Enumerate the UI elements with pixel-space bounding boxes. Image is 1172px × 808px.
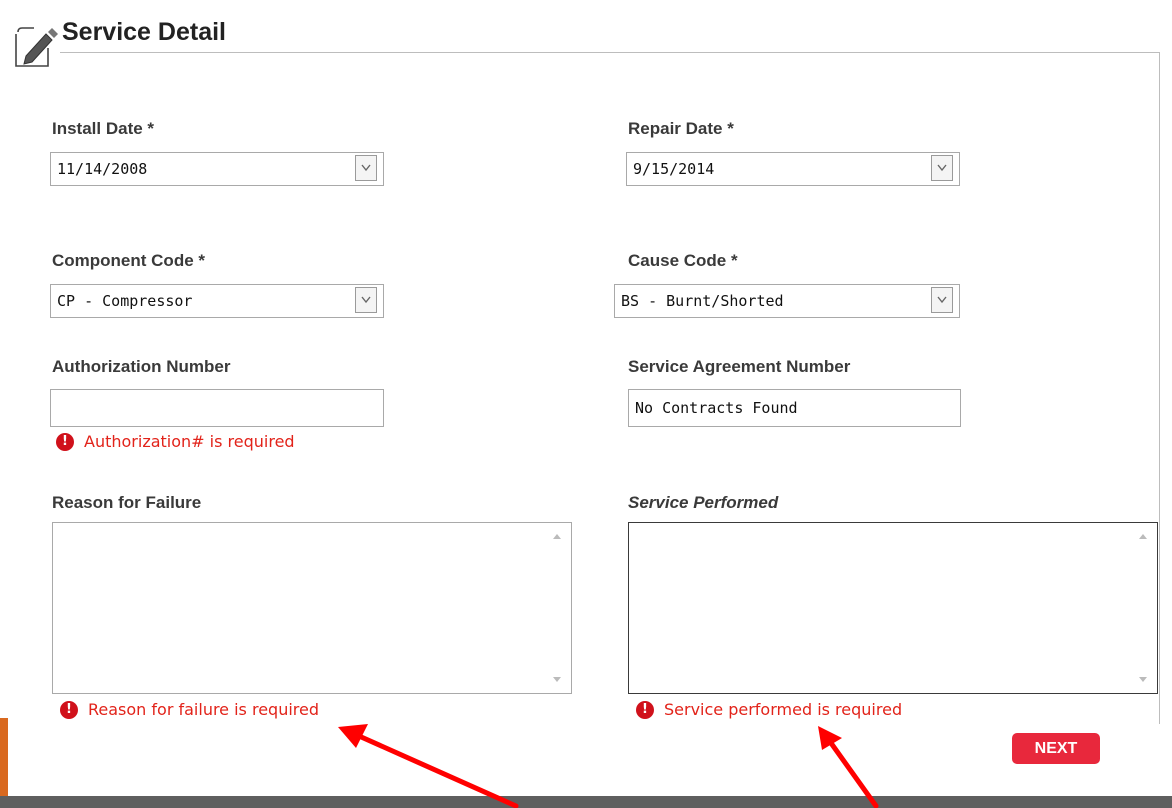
annotation-arrow-right	[818, 726, 879, 808]
annotation-arrow-left	[338, 724, 519, 808]
annotation-arrows	[338, 724, 879, 808]
